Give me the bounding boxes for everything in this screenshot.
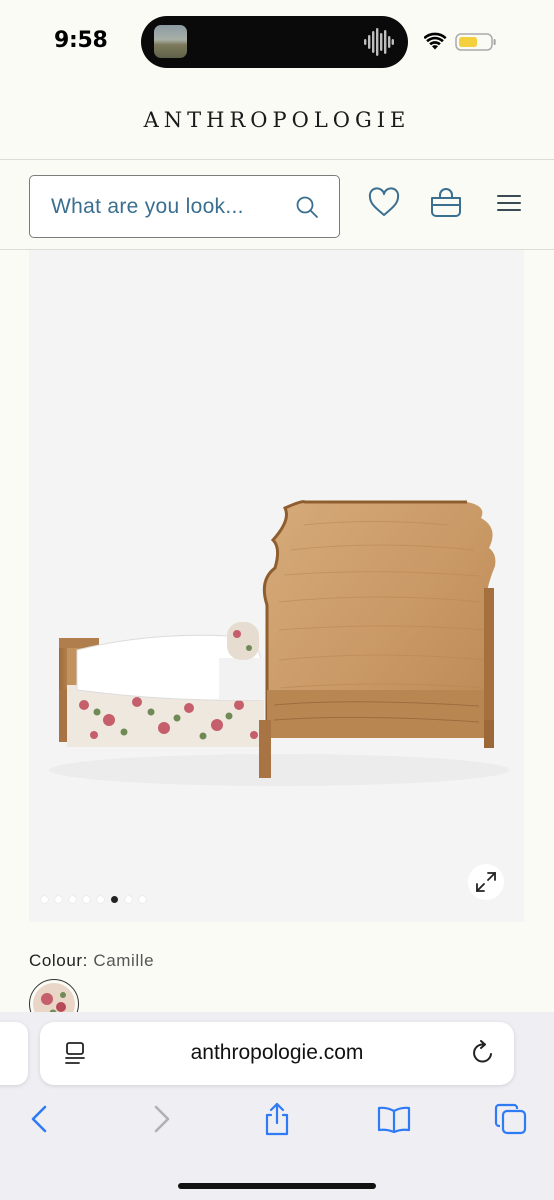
header-divider	[0, 159, 554, 160]
bookmarks-icon[interactable]	[377, 1102, 411, 1136]
carousel-dot-active[interactable]	[111, 896, 118, 903]
expand-image-button[interactable]	[468, 864, 504, 900]
carousel-dots[interactable]	[41, 896, 146, 903]
colour-label: Colour:	[29, 951, 89, 970]
status-time: 9:58	[54, 28, 108, 53]
browser-toolbar: anthropologie.com	[0, 1012, 554, 1200]
status-icons	[424, 32, 496, 51]
carousel-dot[interactable]	[69, 896, 76, 903]
carousel-dot[interactable]	[83, 896, 90, 903]
status-bar: 9:58	[0, 0, 554, 82]
expand-icon	[476, 872, 496, 892]
home-indicator	[178, 1183, 376, 1189]
carousel-dot[interactable]	[139, 896, 146, 903]
search-placeholder: What are you look...	[51, 195, 244, 218]
brand-logo[interactable]: ANTHROPOLOGIE	[0, 108, 554, 132]
low-battery-icon	[455, 33, 496, 51]
tabs-icon[interactable]	[494, 1102, 528, 1136]
carousel-dot[interactable]	[41, 896, 48, 903]
back-icon[interactable]	[23, 1102, 57, 1136]
previous-tab-peek[interactable]	[0, 1022, 28, 1085]
carousel-dot[interactable]	[97, 896, 104, 903]
forward-icon[interactable]	[144, 1102, 178, 1136]
audio-waveform-icon	[364, 28, 394, 56]
heart-icon[interactable]	[367, 186, 401, 220]
bag-icon[interactable]	[429, 186, 463, 220]
address-bar[interactable]: anthropologie.com	[40, 1022, 514, 1085]
search-input[interactable]: What are you look...	[29, 175, 340, 238]
product-image[interactable]	[29, 250, 524, 922]
bed-illustration	[49, 500, 509, 786]
carousel-dot[interactable]	[125, 896, 132, 903]
now-playing-thumbnail[interactable]	[154, 25, 187, 58]
colour-value: Camille	[93, 951, 155, 970]
colour-row: Colour: Camille	[29, 951, 154, 971]
reload-icon[interactable]	[470, 1040, 496, 1066]
menu-icon[interactable]	[492, 186, 526, 220]
wifi-icon	[424, 32, 447, 50]
dynamic-island[interactable]	[141, 16, 408, 68]
url-text[interactable]: anthropologie.com	[40, 1041, 514, 1065]
carousel-dot[interactable]	[55, 896, 62, 903]
search-icon[interactable]	[295, 195, 319, 219]
share-icon[interactable]	[260, 1102, 294, 1136]
